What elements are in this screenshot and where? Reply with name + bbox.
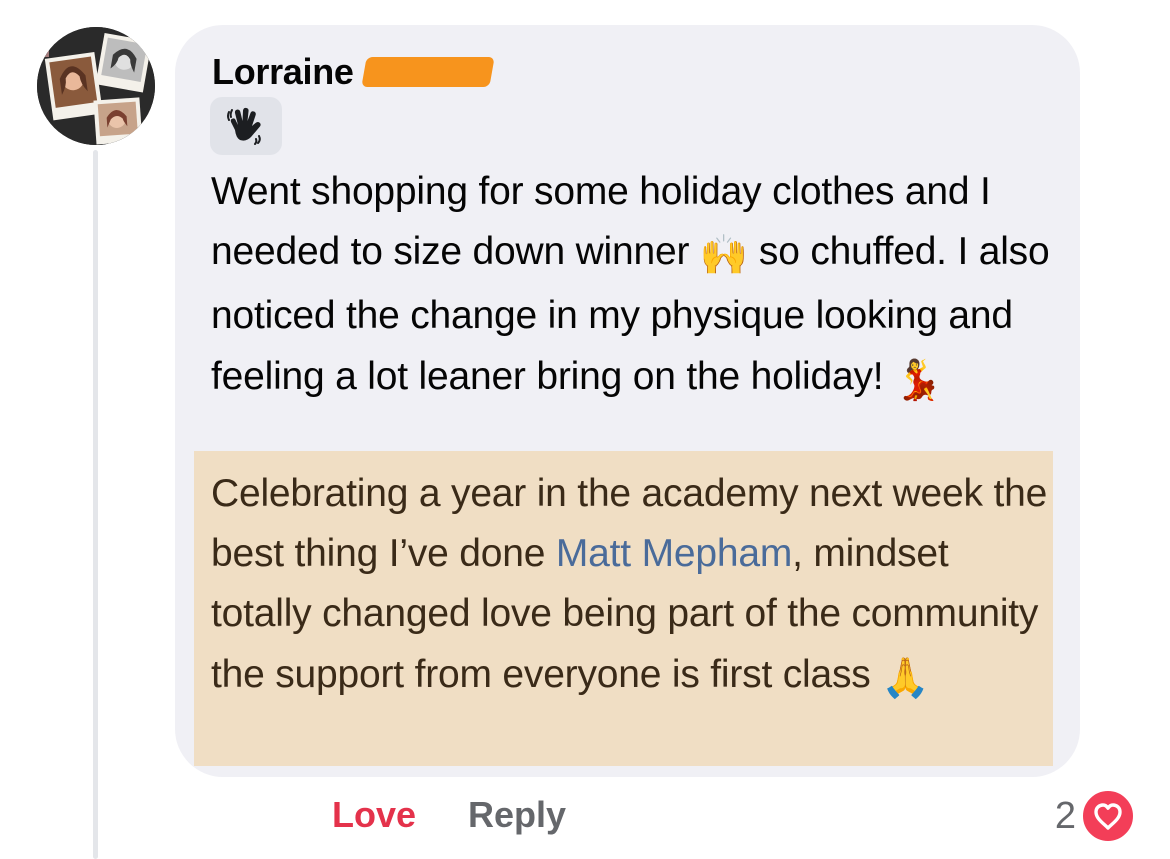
reaction-count: 2 — [1054, 794, 1076, 837]
folded-hands-emoji-icon: 🙏 — [881, 655, 930, 701]
reaction-summary[interactable]: 2 — [1055, 788, 1136, 844]
mention-link[interactable]: Matt Mepham — [556, 532, 792, 575]
raised-hands-emoji-icon: 🙌 — [699, 233, 749, 279]
author-name[interactable]: Lorraine — [212, 51, 354, 93]
thread-line — [93, 150, 98, 859]
dancer-emoji-icon: 💃 — [894, 357, 943, 403]
avatar-collage-image — [37, 27, 155, 145]
waving-hand-badge — [210, 97, 282, 155]
highlighted-text: Celebrating a year in the academy next w… — [211, 464, 1051, 709]
waving-hand-icon — [227, 107, 261, 145]
reply-button[interactable]: Reply — [468, 794, 566, 836]
heart-icon — [1094, 803, 1122, 830]
redaction-mark — [360, 57, 495, 87]
comment-actions: Love Reply — [332, 790, 566, 840]
heart-badge — [1080, 788, 1136, 844]
comment-header: Lorraine — [212, 48, 495, 96]
comment-paragraph-2: Celebrating a year in the academy next w… — [211, 464, 1051, 709]
comment-paragraph-1: Went shopping for some holiday clothes a… — [211, 162, 1061, 411]
love-button[interactable]: Love — [332, 794, 416, 836]
comment-text: Went shopping for some holiday clothes a… — [211, 162, 1061, 411]
avatar[interactable] — [37, 27, 155, 145]
